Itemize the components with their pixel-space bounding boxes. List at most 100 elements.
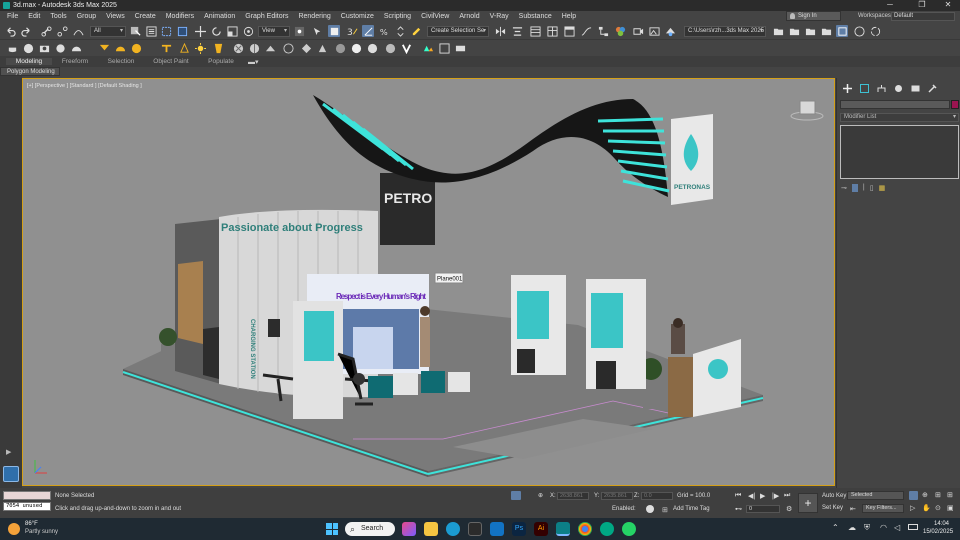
modify-tab-icon[interactable] xyxy=(856,82,872,94)
battery-icon[interactable] xyxy=(908,524,918,530)
tab-object-paint[interactable]: Object Paint xyxy=(144,58,198,65)
play-icon[interactable]: ▶ xyxy=(760,492,765,500)
z-coordinate-field[interactable]: 0.0 xyxy=(641,492,673,500)
unlink-icon[interactable] xyxy=(56,25,68,37)
onedrive-icon[interactable]: ☁ xyxy=(848,523,856,532)
menu-vray[interactable]: V-Ray xyxy=(485,13,514,20)
menu-rendering[interactable]: Rendering xyxy=(293,13,335,20)
project-folder-icon[interactable] xyxy=(804,25,816,37)
clock-date[interactable]: 15/02/2025 xyxy=(923,529,953,535)
store-icon[interactable] xyxy=(468,522,482,536)
vray-frame-buffer-icon[interactable] xyxy=(384,42,396,54)
weather-icon[interactable] xyxy=(8,523,20,535)
save-project-icon[interactable] xyxy=(788,25,800,37)
vray-logo-icon[interactable] xyxy=(400,42,412,54)
orbit-icon[interactable]: ⊙ xyxy=(935,504,941,512)
tab-populate[interactable]: Populate xyxy=(198,58,244,65)
vray-plane-icon[interactable] xyxy=(264,42,276,54)
menu-arnold[interactable]: Arnold xyxy=(454,13,484,20)
minimize-button[interactable]: ─ xyxy=(876,0,904,11)
select-object-icon[interactable] xyxy=(129,25,141,37)
auto-key-button[interactable]: Auto Key xyxy=(822,493,846,499)
previous-frame-icon[interactable]: ◀| xyxy=(748,492,755,500)
modifier-stack[interactable] xyxy=(840,125,959,179)
pivot-center-icon[interactable] xyxy=(293,25,305,37)
utilities-tab-icon[interactable] xyxy=(924,82,940,94)
spinner-snap-icon[interactable] xyxy=(394,25,406,37)
select-by-name-icon[interactable] xyxy=(145,25,157,37)
key-mode-toggle-icon[interactable]: ⊷ xyxy=(735,505,742,513)
menu-help[interactable]: Help xyxy=(557,13,581,20)
vray-proxy-icon[interactable] xyxy=(232,42,244,54)
vray-decal-icon[interactable] xyxy=(316,42,328,54)
start-icon[interactable] xyxy=(326,523,338,535)
project-path-dropdown[interactable]: C:\Users\rzh...3ds Max 2025 xyxy=(684,26,766,37)
angle-snap-icon[interactable] xyxy=(362,25,374,37)
add-time-tag[interactable]: Add Time Tag xyxy=(673,506,710,512)
rotate-icon[interactable] xyxy=(210,25,222,37)
window-crossing-icon[interactable] xyxy=(176,25,188,37)
open-project-icon[interactable] xyxy=(772,25,784,37)
menu-civilview[interactable]: CivilView xyxy=(416,13,454,20)
go-to-start-icon[interactable]: ⏮ xyxy=(735,492,741,500)
weather-desc[interactable]: Partly sunny xyxy=(25,529,58,535)
curve-editor-icon[interactable] xyxy=(580,25,592,37)
time-tag-icon[interactable]: ⊞ xyxy=(662,506,668,514)
x-coordinate-field[interactable]: 2638.861 xyxy=(557,492,589,500)
security-icon[interactable]: ⛨ xyxy=(864,523,870,533)
illustrator-icon[interactable]: Ai xyxy=(534,522,548,536)
whatsapp-business-icon[interactable] xyxy=(600,522,614,536)
arnold-render-icon[interactable] xyxy=(853,25,865,37)
close-button[interactable]: ✕ xyxy=(934,0,960,11)
align-icon[interactable] xyxy=(511,25,523,37)
vray-camera-icon[interactable] xyxy=(38,42,50,54)
vray-fur-icon[interactable] xyxy=(248,42,260,54)
copilot-icon[interactable] xyxy=(402,522,416,536)
show-hidden-icons[interactable]: ⌃ xyxy=(832,523,839,532)
menu-edit[interactable]: Edit xyxy=(23,13,45,20)
bind-space-warp-icon[interactable] xyxy=(72,25,84,37)
select-manipulate-icon[interactable] xyxy=(311,25,323,37)
teapot-icon[interactable] xyxy=(6,42,18,54)
polygon-modeling-panel[interactable]: Polygon Modeling xyxy=(0,67,60,76)
maximize-button[interactable]: ❐ xyxy=(908,0,936,11)
undo-icon[interactable] xyxy=(4,25,16,37)
workspace-select[interactable]: Default xyxy=(891,12,955,21)
next-frame-icon[interactable]: |▶ xyxy=(772,492,779,500)
y-coordinate-field[interactable]: 2635.861 xyxy=(601,492,633,500)
ies-light-icon[interactable] xyxy=(178,42,190,54)
pin-stack-icon[interactable]: ⊸ xyxy=(841,184,847,194)
field-of-view-icon[interactable]: ▷ xyxy=(910,504,915,512)
tab-selection[interactable]: Selection xyxy=(98,58,144,65)
hierarchy-tab-icon[interactable] xyxy=(873,82,889,94)
zoom-extents-icon[interactable]: ⊞ xyxy=(935,491,941,499)
mesh-light-icon[interactable] xyxy=(212,42,224,54)
sun-light-icon[interactable] xyxy=(114,42,126,54)
edge-icon[interactable] xyxy=(446,522,460,536)
place-icon[interactable] xyxy=(242,25,254,37)
light-lister-icon[interactable] xyxy=(98,42,110,54)
menu-create[interactable]: Create xyxy=(130,13,161,20)
render-sphere-icon[interactable] xyxy=(22,42,34,54)
vray-scene-converter-icon[interactable] xyxy=(422,42,434,54)
ribbon-options-icon[interactable]: ▬▾ xyxy=(248,58,259,66)
vray-lightmix-icon[interactable] xyxy=(366,42,378,54)
edit-named-selection-icon[interactable] xyxy=(410,25,422,37)
rectangular-selection-icon[interactable] xyxy=(160,25,172,37)
vray-log-icon[interactable] xyxy=(438,42,450,54)
menu-customize[interactable]: Customize xyxy=(336,13,379,20)
sign-in-button[interactable]: Sign In xyxy=(786,11,841,21)
show-end-result-icon[interactable] xyxy=(851,184,858,192)
selection-filter-dropdown[interactable]: All xyxy=(90,26,126,37)
render-setup-icon[interactable] xyxy=(632,25,644,37)
taskbar-search[interactable]: Search xyxy=(345,522,395,536)
display-tab-icon[interactable] xyxy=(907,82,923,94)
make-unique-icon[interactable]: | xyxy=(863,184,865,194)
photoshop-icon[interactable]: Ps xyxy=(512,522,526,536)
maxscript-listener[interactable] xyxy=(3,491,51,500)
zoom-icon[interactable] xyxy=(909,491,918,500)
weather-temp[interactable]: 86°F xyxy=(25,521,38,527)
isolate-selection-icon[interactable] xyxy=(511,491,521,500)
menu-modifiers[interactable]: Modifiers xyxy=(161,13,199,20)
omni-light-icon[interactable] xyxy=(160,42,172,54)
